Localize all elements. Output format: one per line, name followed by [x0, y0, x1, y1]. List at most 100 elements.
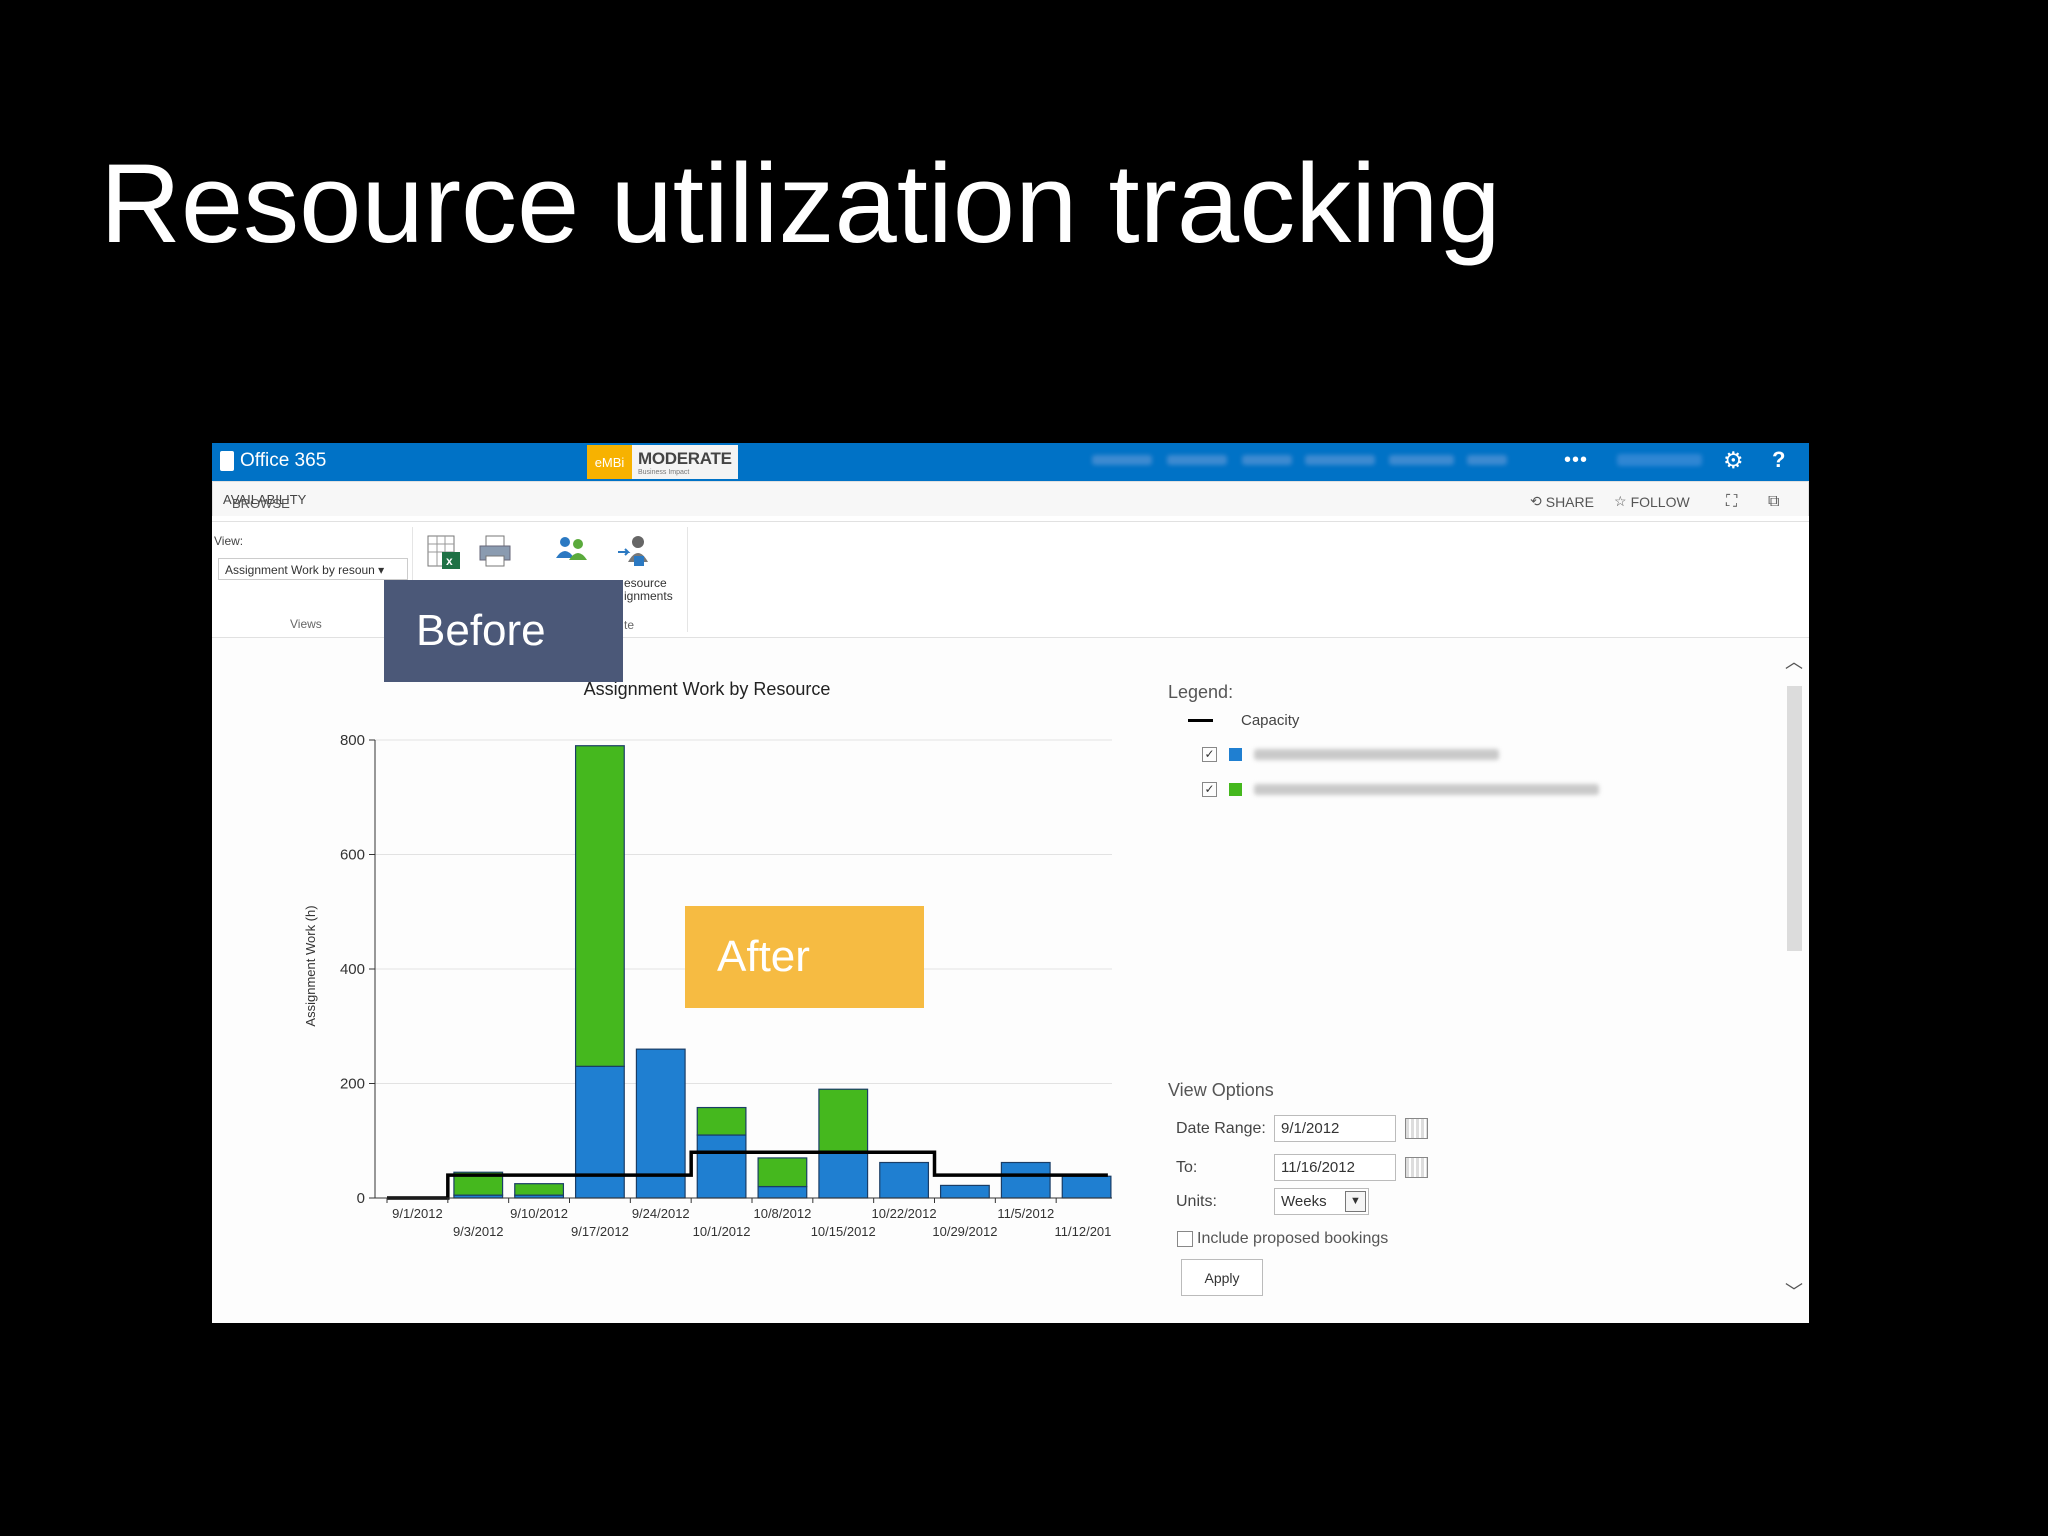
- date-to-field[interactable]: 11/16/2012: [1274, 1154, 1396, 1181]
- series-1-checkbox[interactable]: ✓: [1202, 747, 1217, 762]
- x-tick-label: 9/10/2012: [510, 1206, 568, 1221]
- bar-segment[interactable]: [1000, 1161, 1051, 1199]
- bar-segment[interactable]: [1061, 1175, 1112, 1199]
- x-tick-label: 10/22/2012: [872, 1206, 937, 1221]
- bar-segment[interactable]: [574, 1065, 625, 1199]
- more-icon[interactable]: •••: [1564, 449, 1588, 472]
- bar-segment[interactable]: [514, 1183, 565, 1196]
- x-tick-label: 10/15/2012: [811, 1224, 876, 1239]
- capacity-swatch: [1188, 719, 1213, 722]
- date-range-label: Date Range:: [1176, 1120, 1266, 1137]
- view-label: View:: [214, 534, 244, 548]
- x-tick-label: 10/29/2012: [932, 1224, 997, 1239]
- series-2-name-blurred: [1254, 784, 1599, 795]
- suite-link-blurred[interactable]: [1467, 455, 1507, 465]
- share-button[interactable]: ⟲ SHARE: [1530, 493, 1594, 510]
- suite-link-blurred[interactable]: [1305, 455, 1375, 465]
- content-area: Assignment Work by Resource Assignment W…: [212, 638, 1809, 1323]
- legend-series-1[interactable]: ✓: [1202, 747, 1499, 762]
- series-2-checkbox[interactable]: ✓: [1202, 782, 1217, 797]
- include-proposed-row[interactable]: Include proposed bookings: [1177, 1230, 1388, 1248]
- excel-export-icon[interactable]: x: [424, 532, 466, 572]
- capacity-label: Capacity: [1241, 712, 1300, 729]
- user-name-blurred[interactable]: [1617, 454, 1702, 466]
- series-1-name-blurred: [1254, 749, 1499, 760]
- focus-icon[interactable]: ⛶: [1726, 493, 1737, 511]
- view-options-title: View Options: [1168, 1080, 1274, 1100]
- units-label: Units:: [1176, 1193, 1217, 1210]
- brand-name: MODERATE: [638, 448, 732, 468]
- gear-icon[interactable]: ⚙: [1723, 447, 1744, 474]
- bar-segment[interactable]: [696, 1106, 747, 1136]
- units-value: Weeks: [1281, 1193, 1327, 1210]
- ribbon-tab-bar: BROWSE AVAILABILITY ⟲ SHARE ☆ FOLLOW ⛶ ⧉: [212, 481, 1809, 522]
- help-icon[interactable]: ?: [1772, 447, 1785, 473]
- bar-segment[interactable]: [696, 1134, 747, 1199]
- x-tick-label: 9/3/2012: [453, 1224, 504, 1239]
- suite-link-blurred[interactable]: [1389, 455, 1454, 465]
- print-icon[interactable]: [474, 532, 516, 572]
- date-from-field[interactable]: 9/1/2012: [1274, 1115, 1396, 1142]
- resource-assignments-label: esource ignments: [624, 576, 673, 603]
- resource-assignments-icon[interactable]: [614, 532, 656, 572]
- assignment-work-chart: Assignment Work by Resource Assignment W…: [303, 679, 1112, 1239]
- legend-title: Legend:: [1168, 682, 1234, 702]
- chevron-down-icon[interactable]: ▼: [1345, 1191, 1366, 1212]
- y-tick-label: 600: [340, 847, 365, 864]
- x-tick-label: 9/24/2012: [632, 1206, 690, 1221]
- legend-series-2[interactable]: ✓: [1202, 782, 1599, 797]
- office365-logo[interactable]: Office 365: [220, 450, 326, 472]
- legend-capacity: Capacity: [1188, 712, 1299, 729]
- x-tick-label: 9/1/2012: [392, 1206, 443, 1221]
- app-window: Office 365 eMBi MODERATE Business Impact…: [212, 443, 1809, 1323]
- brand-badge: eMBi: [587, 445, 632, 479]
- views-group-label: Views: [290, 617, 322, 631]
- resources-icon[interactable]: [550, 532, 592, 572]
- y-tick-label: 800: [340, 732, 365, 749]
- chart-title: Assignment Work by Resource: [584, 679, 831, 699]
- slide-title: Resource utilization tracking: [100, 141, 1501, 266]
- brand-tagline: Business Impact: [638, 468, 690, 476]
- bar-segment[interactable]: [879, 1161, 930, 1199]
- suite-link-blurred[interactable]: [1092, 455, 1152, 465]
- bar-segment[interactable]: [818, 1088, 869, 1153]
- include-proposed-checkbox[interactable]: [1177, 1231, 1193, 1247]
- svg-text:x: x: [446, 554, 453, 568]
- bar-segment[interactable]: [939, 1184, 990, 1199]
- suite-link-blurred[interactable]: [1167, 455, 1227, 465]
- y-tick-label: 200: [340, 1076, 365, 1093]
- series-2-swatch: [1229, 783, 1242, 796]
- embed-icon[interactable]: ⧉: [1768, 493, 1779, 511]
- x-tick-label: 11/5/2012: [997, 1206, 1054, 1221]
- bar-segment[interactable]: [757, 1157, 808, 1188]
- brand-logo: eMBi MODERATE Business Impact: [587, 445, 738, 479]
- calendar-icon[interactable]: [1405, 1157, 1428, 1178]
- units-select[interactable]: Weeks ▼: [1274, 1188, 1369, 1215]
- after-callout: After: [685, 906, 924, 1008]
- suite-name: Office 365: [240, 450, 327, 471]
- bar-segment[interactable]: [818, 1151, 869, 1199]
- share-icon: ⟲: [1530, 493, 1542, 509]
- scroll-up-icon[interactable]: ︿: [1785, 648, 1803, 674]
- x-tick-label: 10/8/2012: [753, 1206, 811, 1221]
- calendar-icon[interactable]: [1405, 1118, 1428, 1139]
- suite-link-blurred[interactable]: [1242, 455, 1292, 465]
- scroll-down-icon[interactable]: ﹀: [1785, 1278, 1803, 1304]
- office-logo-icon: [220, 451, 234, 471]
- include-proposed-label: Include proposed bookings: [1197, 1230, 1389, 1247]
- follow-label: FOLLOW: [1630, 493, 1690, 510]
- bar-segment[interactable]: [757, 1185, 808, 1199]
- apply-button[interactable]: Apply: [1181, 1259, 1263, 1296]
- view-select[interactable]: Assignment Work by resoun ▾: [218, 558, 408, 580]
- bar-segment[interactable]: [574, 745, 625, 1067]
- scrollbar-thumb[interactable]: [1787, 686, 1802, 951]
- follow-button[interactable]: ☆ FOLLOW: [1614, 493, 1690, 510]
- before-callout: Before: [384, 580, 623, 682]
- group-label: te: [624, 618, 635, 632]
- tab-browse[interactable]: BROWSE: [232, 496, 290, 511]
- suite-bar: Office 365 eMBi MODERATE Business Impact…: [212, 443, 1809, 481]
- x-tick-label: 11/12/2012: [1055, 1224, 1112, 1239]
- y-axis-label: Assignment Work (h): [303, 905, 318, 1026]
- x-tick-label: 10/1/2012: [693, 1224, 751, 1239]
- x-tick-label: 9/17/2012: [571, 1224, 629, 1239]
